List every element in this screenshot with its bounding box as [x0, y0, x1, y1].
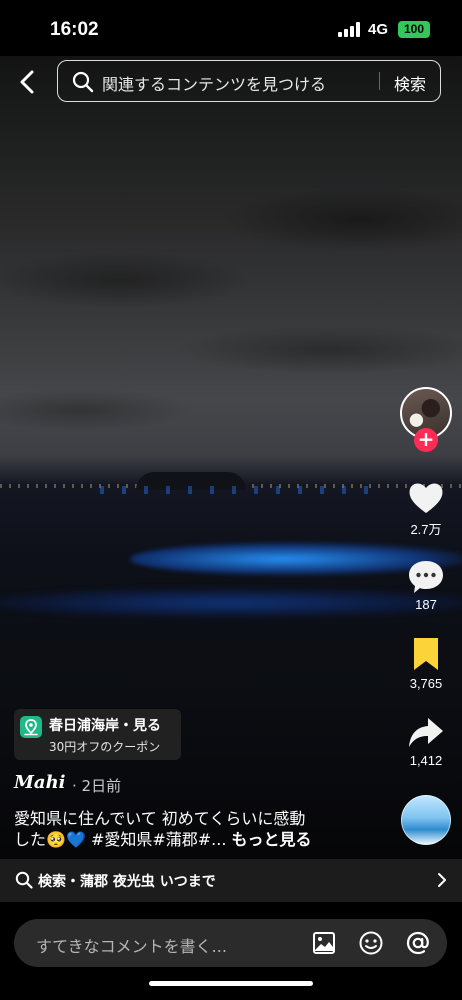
comment-icon[interactable]: [406, 557, 446, 597]
location-chip[interactable]: 春日浦海岸・見る 30円オフのクーポン: [14, 709, 181, 760]
share-icon[interactable]: [406, 713, 446, 753]
search-divider: [379, 72, 380, 90]
caption-text: した: [14, 830, 47, 849]
caption-hashtags: #愛知県#蒲郡#...: [85, 830, 227, 849]
like-count: 2.7万: [410, 522, 442, 537]
image-icon[interactable]: [311, 930, 337, 956]
signal-icon: [338, 22, 362, 37]
status-bar: 16:02 4G 100: [0, 0, 462, 56]
location-title: 春日浦海岸・見る: [49, 718, 161, 734]
emoji-icon[interactable]: [358, 930, 384, 956]
location-coupon: 30円オフのクーポン: [49, 740, 161, 754]
post-caption[interactable]: 愛知県に住んでいて 初めてくらいに感動 した🥺💙 #愛知県#蒲郡#... もっと…: [14, 808, 374, 850]
status-time: 16:02: [50, 19, 99, 40]
comment-placeholder: すてきなコメントを書く...: [36, 937, 227, 956]
mention-icon[interactable]: [405, 930, 431, 956]
chevron-right-icon: [438, 873, 446, 887]
home-indicator: [149, 981, 313, 986]
comment-count: 187: [415, 597, 437, 612]
related-search-text: 検索・蒲郡 夜光虫 いつまで: [38, 874, 216, 890]
video-clouds: [0, 140, 462, 460]
network-type: 4G: [368, 21, 389, 38]
caption-line-2: した🥺💙 #愛知県#蒲郡#... もっと見る: [14, 829, 374, 850]
post-date: · 2日前: [72, 777, 122, 795]
author-name[interactable]: Mahi: [14, 772, 66, 793]
related-search-bar[interactable]: 検索・蒲郡 夜光虫 いつまで: [0, 859, 462, 902]
comment-input[interactable]: すてきなコメントを書く...: [14, 919, 447, 967]
share-count: 1,412: [409, 753, 443, 768]
battery-icon: 100: [398, 21, 430, 38]
video-glowing-wave-lower: [0, 588, 462, 618]
follow-plus-button[interactable]: +: [414, 428, 438, 452]
heart-icon[interactable]: [406, 478, 446, 518]
search-icon: [15, 871, 33, 889]
music-disc[interactable]: [401, 795, 451, 845]
back-button[interactable]: [14, 67, 42, 97]
search-button[interactable]: 検索: [394, 71, 426, 95]
search-bar[interactable]: 関連するコンテンツを見つける 検索: [57, 60, 441, 102]
search-icon: [72, 71, 94, 93]
see-more-link[interactable]: もっと見る: [232, 830, 312, 849]
bookmark-icon[interactable]: [406, 634, 446, 674]
video-glow-far: [100, 486, 380, 494]
save-count: 3,765: [409, 676, 443, 691]
video-screen[interactable]: 16:02 4G 100 関連するコンテンツを見つける 検索 + 2.7万 18…: [0, 0, 462, 1000]
chevron-left-icon: [20, 70, 34, 94]
caption-line-1: 愛知県に住んでいて 初めてくらいに感動: [14, 809, 306, 828]
location-pin-icon: [20, 716, 42, 738]
search-input[interactable]: 関連するコンテンツを見つける: [102, 71, 326, 95]
caption-emoji: 🥺💙: [46, 830, 86, 849]
